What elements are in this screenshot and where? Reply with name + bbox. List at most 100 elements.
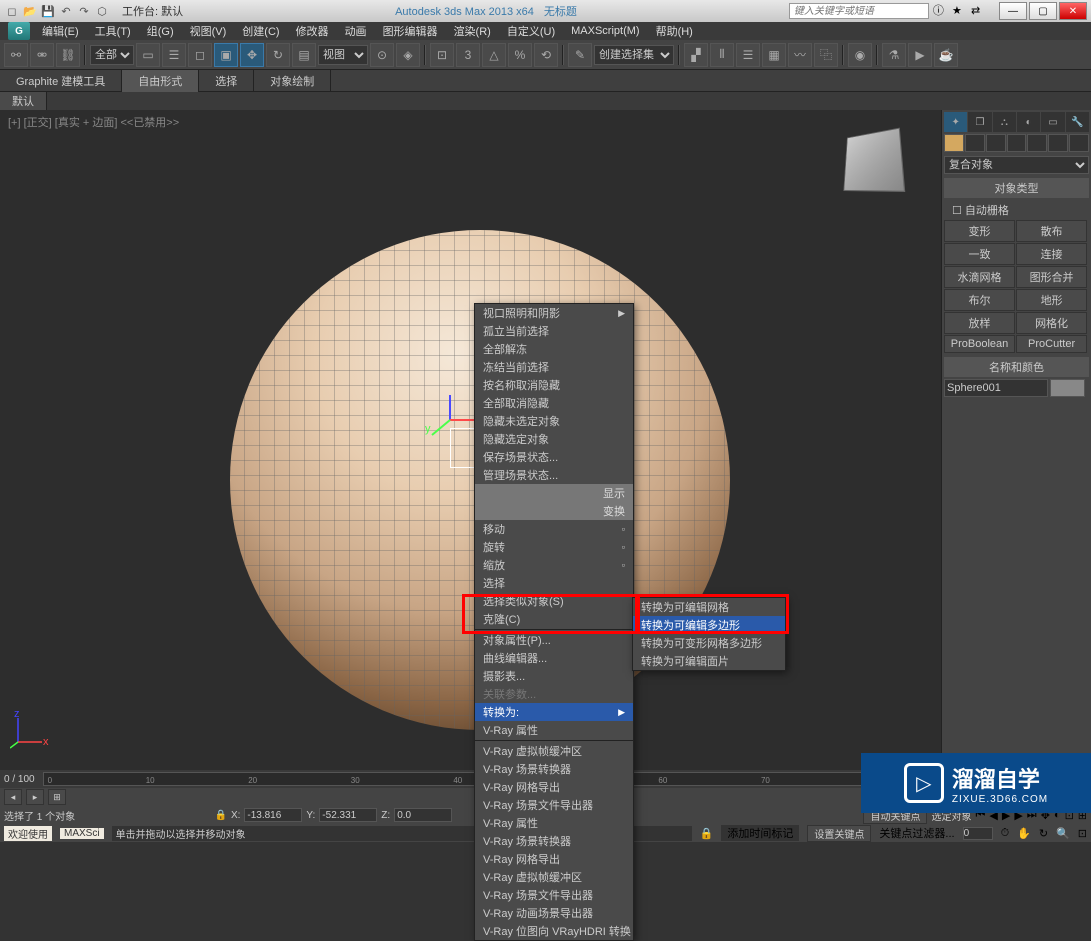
align-button[interactable]: ⫴ bbox=[710, 43, 734, 67]
menu-vray-0[interactable]: V-Ray 属性 bbox=[475, 721, 633, 739]
scatter-button[interactable]: 散布 bbox=[1016, 220, 1087, 242]
render-setup-button[interactable]: ⚗ bbox=[882, 43, 906, 67]
menu-unhide-all[interactable]: 全部取消隐藏 bbox=[475, 394, 633, 412]
menu-tools[interactable]: 工具(T) bbox=[87, 23, 139, 39]
region-rect-button[interactable]: ◻ bbox=[188, 43, 212, 67]
menu-save-state[interactable]: 保存场景状态... bbox=[475, 448, 633, 466]
menu-vray-8[interactable]: V-Ray 虚拟帧缓冲区 bbox=[475, 868, 633, 886]
setkey-button[interactable]: 设置关键点 bbox=[807, 825, 871, 842]
help-search-input[interactable] bbox=[789, 3, 929, 19]
pivot-button[interactable]: ⊙ bbox=[370, 43, 394, 67]
time-config-button[interactable]: ⏱ bbox=[1001, 827, 1010, 840]
menu-freeze-sel[interactable]: 冻结当前选择 bbox=[475, 358, 633, 376]
hierarchy-tab-icon[interactable]: ⛬ bbox=[993, 112, 1016, 132]
undo-icon[interactable]: ↶ bbox=[58, 3, 74, 19]
object-type-header[interactable]: 对象类型 bbox=[944, 178, 1089, 198]
menu-curve-editor[interactable]: 曲线编辑器... bbox=[475, 649, 633, 667]
curve-editor-button[interactable]: 〰 bbox=[788, 43, 812, 67]
conform-button[interactable]: 一致 bbox=[944, 243, 1015, 265]
coord-x-input[interactable] bbox=[244, 808, 302, 822]
menu-hide-unsel[interactable]: 隐藏未选定对象 bbox=[475, 412, 633, 430]
keymode-button[interactable]: ⊡ bbox=[430, 43, 454, 67]
maximize-button[interactable]: ▢ bbox=[1029, 2, 1057, 20]
selection-filter[interactable]: 全部 bbox=[90, 45, 134, 65]
bind-button[interactable]: ⛓ bbox=[56, 43, 80, 67]
blobmesh-button[interactable]: 水滴网格 bbox=[944, 266, 1015, 288]
coord-y-input[interactable] bbox=[319, 808, 377, 822]
loft-button[interactable]: 放样 bbox=[944, 312, 1015, 334]
modify-tab-icon[interactable]: ❒ bbox=[968, 112, 991, 132]
morph-button[interactable]: 变形 bbox=[944, 220, 1015, 242]
submenu-edit-patch[interactable]: 转换为可编辑面片 bbox=[633, 652, 785, 670]
coord-z-input[interactable] bbox=[394, 808, 452, 822]
star-icon[interactable]: ★ bbox=[952, 4, 968, 20]
menu-vray-7[interactable]: V-Ray 网格导出 bbox=[475, 850, 633, 868]
nav-max[interactable]: ⊡ bbox=[1078, 827, 1087, 840]
workspace-label[interactable]: 工作台: 默认 bbox=[122, 3, 183, 19]
mat-editor-button[interactable]: ◉ bbox=[848, 43, 872, 67]
rotate-button[interactable]: ↻ bbox=[266, 43, 290, 67]
menu-viewport-lighting[interactable]: 视口照明和阴影▶ bbox=[475, 304, 633, 322]
menu-isolate[interactable]: 孤立当前选择 bbox=[475, 322, 633, 340]
menu-manage-state[interactable]: 管理场景状态... bbox=[475, 466, 633, 484]
menu-rotate[interactable]: 旋转▫ bbox=[475, 538, 633, 556]
terrain-button[interactable]: 地形 bbox=[1016, 289, 1087, 311]
menu-vray-10[interactable]: V-Ray 动画场景导出器 bbox=[475, 904, 633, 922]
menu-dope-sheet[interactable]: 摄影表... bbox=[475, 667, 633, 685]
anglesnap-button[interactable]: △ bbox=[482, 43, 506, 67]
menu-edit[interactable]: 编辑(E) bbox=[34, 23, 87, 39]
link-icon[interactable]: ⬡ bbox=[94, 3, 110, 19]
layers-button[interactable]: ☰ bbox=[736, 43, 760, 67]
lights-icon[interactable] bbox=[986, 134, 1006, 152]
new-icon[interactable]: ◻ bbox=[4, 3, 20, 19]
trackbar-btn-3[interactable]: ⊞ bbox=[48, 789, 66, 805]
lock-icon[interactable]: 🔒 bbox=[214, 810, 226, 821]
menu-view[interactable]: 视图(V) bbox=[182, 23, 235, 39]
scene-tab-default[interactable]: 默认 bbox=[0, 92, 47, 110]
menu-scale[interactable]: 缩放▫ bbox=[475, 556, 633, 574]
menu-group[interactable]: 组(G) bbox=[139, 23, 182, 39]
create-tab-icon[interactable]: ✦ bbox=[944, 112, 967, 132]
menu-unfreeze-all[interactable]: 全部解冻 bbox=[475, 340, 633, 358]
manip-button[interactable]: ◈ bbox=[396, 43, 420, 67]
tab-objectpaint[interactable]: 对象绘制 bbox=[254, 70, 331, 92]
display-tab-icon[interactable]: ▭ bbox=[1041, 112, 1064, 132]
menu-vray-1[interactable]: V-Ray 虚拟帧缓冲区 bbox=[475, 742, 633, 760]
systems-icon[interactable] bbox=[1069, 134, 1089, 152]
move-button[interactable]: ✥ bbox=[240, 43, 264, 67]
menu-vray-6[interactable]: V-Ray 场景转换器 bbox=[475, 832, 633, 850]
shapemerge-button[interactable]: 图形合并 bbox=[1016, 266, 1087, 288]
scale-button[interactable]: ▤ bbox=[292, 43, 316, 67]
menu-customize[interactable]: 自定义(U) bbox=[499, 23, 563, 39]
menu-maxscript[interactable]: MAXScript(M) bbox=[563, 25, 647, 37]
tab-freeform[interactable]: 自由形式 bbox=[122, 70, 199, 92]
object-name-input[interactable] bbox=[944, 379, 1048, 397]
mesher-button[interactable]: 网格化 bbox=[1016, 312, 1087, 334]
menu-hide-sel[interactable]: 隐藏选定对象 bbox=[475, 430, 633, 448]
procutter-button[interactable]: ProCutter bbox=[1016, 335, 1087, 353]
snap3d-button[interactable]: 3 bbox=[456, 43, 480, 67]
mirror-button[interactable]: ▞ bbox=[684, 43, 708, 67]
viewcube[interactable] bbox=[843, 128, 905, 192]
menu-modifier[interactable]: 修改器 bbox=[288, 23, 337, 39]
ribbon-button[interactable]: ▦ bbox=[762, 43, 786, 67]
menu-convert-to[interactable]: 转换为:▶ bbox=[475, 703, 633, 721]
menu-unhide-name[interactable]: 按名称取消隐藏 bbox=[475, 376, 633, 394]
shapes-icon[interactable] bbox=[965, 134, 985, 152]
menu-vray-3[interactable]: V-Ray 网格导出 bbox=[475, 778, 633, 796]
boolean-button[interactable]: 布尔 bbox=[944, 289, 1015, 311]
info-icon[interactable]: ⓘ bbox=[933, 2, 949, 18]
menu-help[interactable]: 帮助(H) bbox=[648, 23, 701, 39]
viewport-label[interactable]: [+] [正交] [真实 + 边面] <<已禁用>> bbox=[8, 114, 179, 130]
schematic-button[interactable]: ⿻ bbox=[814, 43, 838, 67]
link-button[interactable]: ⚯ bbox=[4, 43, 28, 67]
menu-grapheditor[interactable]: 图形编辑器 bbox=[375, 23, 446, 39]
trackbar-btn-2[interactable]: ▸ bbox=[26, 789, 44, 805]
menu-vray-5[interactable]: V-Ray 属性 bbox=[475, 814, 633, 832]
maxscript-label[interactable]: MAXSci bbox=[60, 828, 104, 839]
app-menu-icon[interactable]: G bbox=[8, 22, 30, 40]
helpers-icon[interactable] bbox=[1027, 134, 1047, 152]
window-crossing-button[interactable]: ▣ bbox=[214, 43, 238, 67]
menu-vray-2[interactable]: V-Ray 场景转换器 bbox=[475, 760, 633, 778]
transform-gizmo[interactable]: y bbox=[420, 390, 480, 450]
